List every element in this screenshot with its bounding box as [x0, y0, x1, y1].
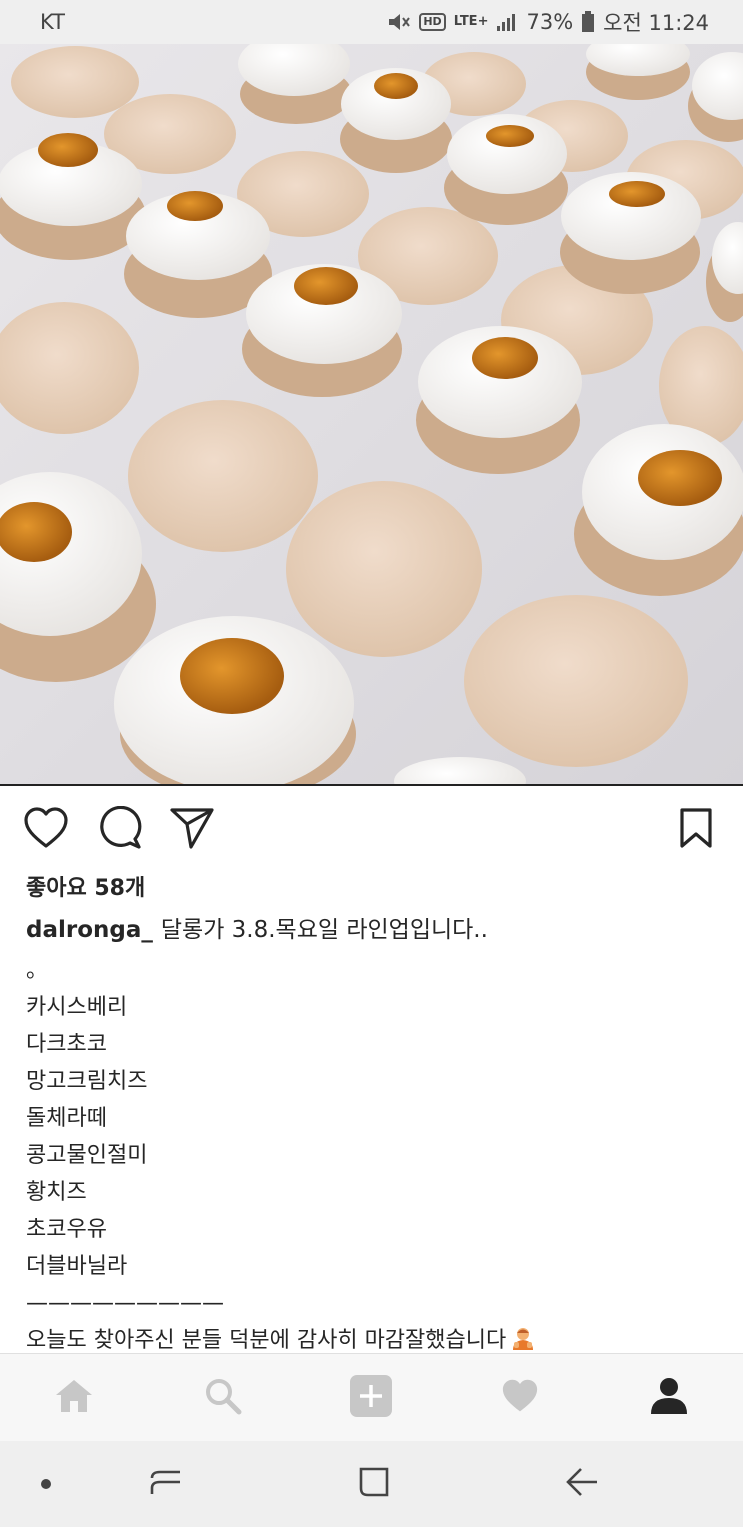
recent-apps-icon [150, 1466, 182, 1502]
caption-line: 망고크림치즈 [26, 1069, 148, 1094]
caption-text: 달롱가 3.8.목요일 라인업입니다.. [160, 917, 488, 943]
status-indicators: HD LTE+ 73% 오전 11:24 [387, 7, 709, 37]
heart-icon [23, 807, 69, 853]
caption-line: ————————— [26, 1291, 224, 1316]
macaron-photo [0, 44, 743, 784]
caption-line: 돌체라떼 [26, 1106, 107, 1131]
post-actions [0, 800, 743, 860]
nav-activity[interactable] [446, 1354, 595, 1442]
home-icon [54, 1378, 94, 1418]
nav-add-post[interactable] [297, 1354, 446, 1442]
caption-line: 황치즈 [26, 1180, 87, 1205]
caption-line: 카시스베리 [26, 995, 128, 1020]
profile-icon [649, 1377, 689, 1419]
post-caption: dalronga_ 달롱가 3.8.목요일 라인업입니다.. [26, 912, 726, 949]
system-navigation-bar [0, 1441, 743, 1527]
bookmark-icon [679, 807, 713, 853]
battery-icon [581, 11, 595, 33]
home-square-icon [358, 1466, 390, 1502]
battery-percent: 73% [526, 10, 574, 34]
caption-line: 콩고물인절미 [26, 1143, 148, 1168]
nav-profile[interactable] [594, 1354, 743, 1442]
search-icon [204, 1377, 242, 1419]
clock: 오전 11:24 [603, 11, 709, 35]
status-bar: KT HD LTE+ 73% 오전 11:24 [0, 0, 743, 44]
home-button[interactable] [334, 1441, 414, 1527]
heart-icon [500, 1378, 540, 1418]
lte-indicator: LTE+ [453, 14, 489, 29]
comment-button[interactable] [96, 805, 144, 854]
caption-line: 초코우유 [26, 1217, 107, 1242]
back-arrow-icon [565, 1466, 599, 1502]
dot-icon [40, 1475, 52, 1494]
recent-apps-button[interactable] [126, 1441, 206, 1527]
save-button[interactable] [672, 806, 720, 854]
comment-icon [98, 805, 142, 854]
post-photo[interactable] [0, 44, 743, 786]
person-bowing-emoji-icon [510, 1325, 536, 1351]
caption-line-text: 오늘도 찾아주신 분들 덕분에 감사히 마감잘했습니다 [26, 1328, 507, 1353]
share-button[interactable] [168, 806, 216, 854]
caption-line: 다크초코 [26, 1032, 107, 1057]
back-button[interactable] [542, 1441, 622, 1527]
nav-dot-button[interactable] [6, 1441, 86, 1527]
mute-icon [387, 12, 411, 32]
signal-icon [496, 12, 518, 32]
hd-badge: HD [419, 13, 446, 31]
carrier-name: KT [40, 10, 65, 34]
caption-lines: 。 카시스베리 다크초코 망고크림치즈 돌체라떼 콩고물인절미 황치즈 초코우유… [26, 952, 726, 1359]
caption-line: 。 [26, 958, 49, 983]
like-count[interactable]: 좋아요 58개 [26, 870, 145, 902]
add-icon [349, 1374, 393, 1422]
like-button[interactable] [22, 806, 70, 854]
caption-line: 더블바닐라 [26, 1254, 128, 1279]
nav-search[interactable] [149, 1354, 298, 1442]
bottom-navigation [0, 1353, 743, 1441]
send-icon [169, 806, 215, 854]
nav-home[interactable] [0, 1354, 149, 1442]
post-username[interactable]: dalronga_ [26, 917, 153, 943]
